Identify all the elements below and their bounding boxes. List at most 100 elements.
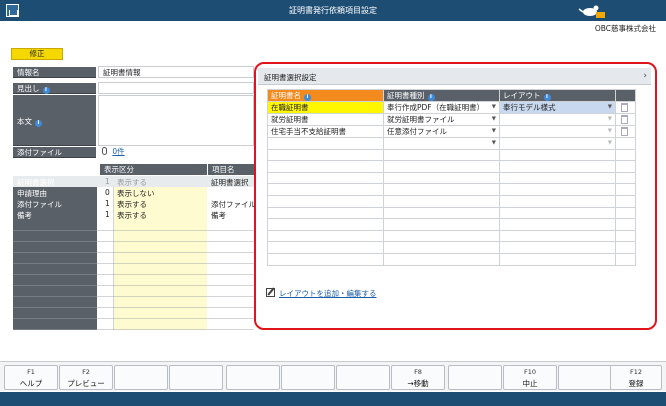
cell-name[interactable]: 在職証明書 [267, 101, 384, 114]
table-row[interactable]: ▼ ▼ [267, 137, 636, 150]
cell[interactable] [383, 252, 500, 266]
cell-name[interactable] [267, 137, 384, 150]
table-row[interactable]: 備考 1 表示する 備考 [13, 209, 254, 220]
cell[interactable] [499, 160, 616, 173]
info-icon[interactable]: i [35, 120, 42, 127]
cell[interactable] [267, 160, 384, 173]
table-row[interactable] [267, 241, 636, 254]
f1-help-button[interactable]: F1 ヘルプ [4, 365, 58, 390]
info-name-field[interactable]: 証明書情報 [98, 66, 254, 78]
f12-register-button[interactable]: F12 登録 [610, 365, 662, 390]
col-certificate-type[interactable]: 証明書種別 i [383, 89, 500, 102]
table-row[interactable] [267, 148, 636, 162]
cell-delete[interactable] [615, 113, 636, 126]
cell[interactable] [267, 241, 384, 254]
cell[interactable] [267, 171, 384, 185]
trash-icon[interactable] [621, 127, 628, 136]
body-field[interactable] [98, 95, 254, 146]
cell[interactable] [383, 218, 500, 231]
table-row[interactable] [267, 183, 636, 196]
trash-icon[interactable] [621, 103, 628, 112]
cell-layout[interactable]: ▼ [499, 113, 616, 126]
f10-cancel-button[interactable]: F10 中止 [503, 365, 557, 390]
trash-icon[interactable] [621, 115, 628, 124]
cell[interactable] [267, 206, 384, 220]
f7-button[interactable] [336, 365, 390, 390]
cell[interactable] [499, 183, 616, 196]
chevron-right-icon[interactable]: › [643, 71, 647, 81]
cell[interactable] [499, 194, 616, 208]
info-icon[interactable]: i [42, 87, 50, 94]
f3-button[interactable] [114, 365, 168, 390]
cell[interactable] [267, 229, 384, 243]
chevron-down-icon[interactable]: ▼ [492, 116, 496, 122]
table-row[interactable] [267, 206, 636, 220]
cell[interactable] [267, 218, 384, 231]
table-row[interactable] [267, 218, 636, 231]
table-row[interactable] [267, 229, 636, 243]
cell[interactable] [383, 171, 500, 185]
f5-button[interactable] [226, 365, 280, 390]
cell[interactable] [383, 148, 500, 162]
cell[interactable] [499, 171, 616, 185]
cell[interactable] [267, 252, 384, 266]
table-row[interactable]: 申請理由 0 表示しない [13, 187, 254, 198]
chevron-down-icon[interactable]: ▼ [492, 140, 496, 146]
table-row[interactable] [267, 171, 636, 185]
f9-button[interactable] [448, 365, 502, 390]
cell[interactable] [267, 194, 384, 208]
table-row[interactable] [267, 194, 636, 208]
chevron-down-icon[interactable]: ▼ [492, 104, 496, 110]
cell-layout[interactable]: ▼ [499, 137, 616, 150]
cell[interactable] [383, 183, 500, 196]
cell-type[interactable]: ▼ [383, 137, 500, 150]
cell[interactable] [383, 241, 500, 254]
attachment-count-link[interactable]: 0件 [112, 147, 124, 156]
cell[interactable] [383, 206, 500, 220]
info-icon[interactable]: i [427, 94, 435, 101]
f6-button[interactable] [281, 365, 335, 390]
chevron-down-icon[interactable]: ▼ [608, 104, 612, 110]
info-icon[interactable]: i [304, 94, 311, 101]
table-row[interactable]: 在職証明書 奉行作成PDF（在職証明書） ▼ 奉行モデル様式 ▼ [267, 101, 636, 114]
add-layout-link[interactable]: レイアウトを追加・編集する [266, 288, 377, 299]
cell[interactable] [267, 148, 384, 162]
table-row[interactable]: 住宅手当不支給証明書 任意添付ファイル ▼ ▼ [267, 125, 636, 138]
cell[interactable] [267, 183, 384, 196]
cell-layout[interactable]: ▼ [499, 125, 616, 138]
cell[interactable] [499, 252, 616, 266]
cell-name[interactable]: 就労証明書 [267, 113, 384, 126]
cell[interactable] [383, 229, 500, 243]
cell[interactable] [499, 148, 616, 162]
chevron-down-icon[interactable]: ▼ [608, 128, 612, 134]
cell-delete[interactable] [615, 101, 636, 114]
f4-button[interactable] [169, 365, 223, 390]
info-icon[interactable]: i [543, 94, 551, 101]
cell[interactable] [499, 218, 616, 231]
col-certificate-name[interactable]: 証明書名 i [267, 89, 384, 102]
table-row[interactable]: 添付ファイル 1 表示する 添付ファイル [13, 198, 256, 209]
chevron-down-icon[interactable]: ▼ [608, 140, 612, 146]
cell[interactable] [383, 194, 500, 208]
cell[interactable] [383, 160, 500, 173]
cell-type[interactable]: 就労証明書ファイル ▼ [383, 113, 500, 126]
cell[interactable] [499, 241, 616, 254]
f8-move-button[interactable]: F8 →移動 [391, 365, 445, 390]
table-row[interactable] [267, 252, 636, 266]
chevron-down-icon[interactable]: ▼ [608, 116, 612, 122]
cell[interactable] [499, 229, 616, 243]
table-row[interactable] [267, 160, 636, 173]
f2-preview-button[interactable]: F2 プレビュー [59, 365, 113, 390]
table-row[interactable]: 証明書選択 1 表示する 証明書選択 [13, 176, 254, 187]
col-layout[interactable]: レイアウト i [499, 89, 616, 102]
heading-field[interactable] [98, 82, 254, 94]
cell-layout[interactable]: 奉行モデル様式 ▼ [499, 101, 616, 114]
f11-button[interactable] [558, 365, 612, 390]
chevron-down-icon[interactable]: ▼ [492, 128, 496, 134]
cell-type[interactable]: 任意添付ファイル ▼ [383, 125, 500, 138]
cell-type[interactable]: 奉行作成PDF（在職証明書） ▼ [383, 101, 500, 114]
cell-name[interactable]: 住宅手当不支給証明書 [267, 125, 384, 138]
cell[interactable] [499, 206, 616, 220]
table-row[interactable]: 就労証明書 就労証明書ファイル ▼ ▼ [267, 113, 636, 126]
cell-delete[interactable] [615, 125, 636, 138]
